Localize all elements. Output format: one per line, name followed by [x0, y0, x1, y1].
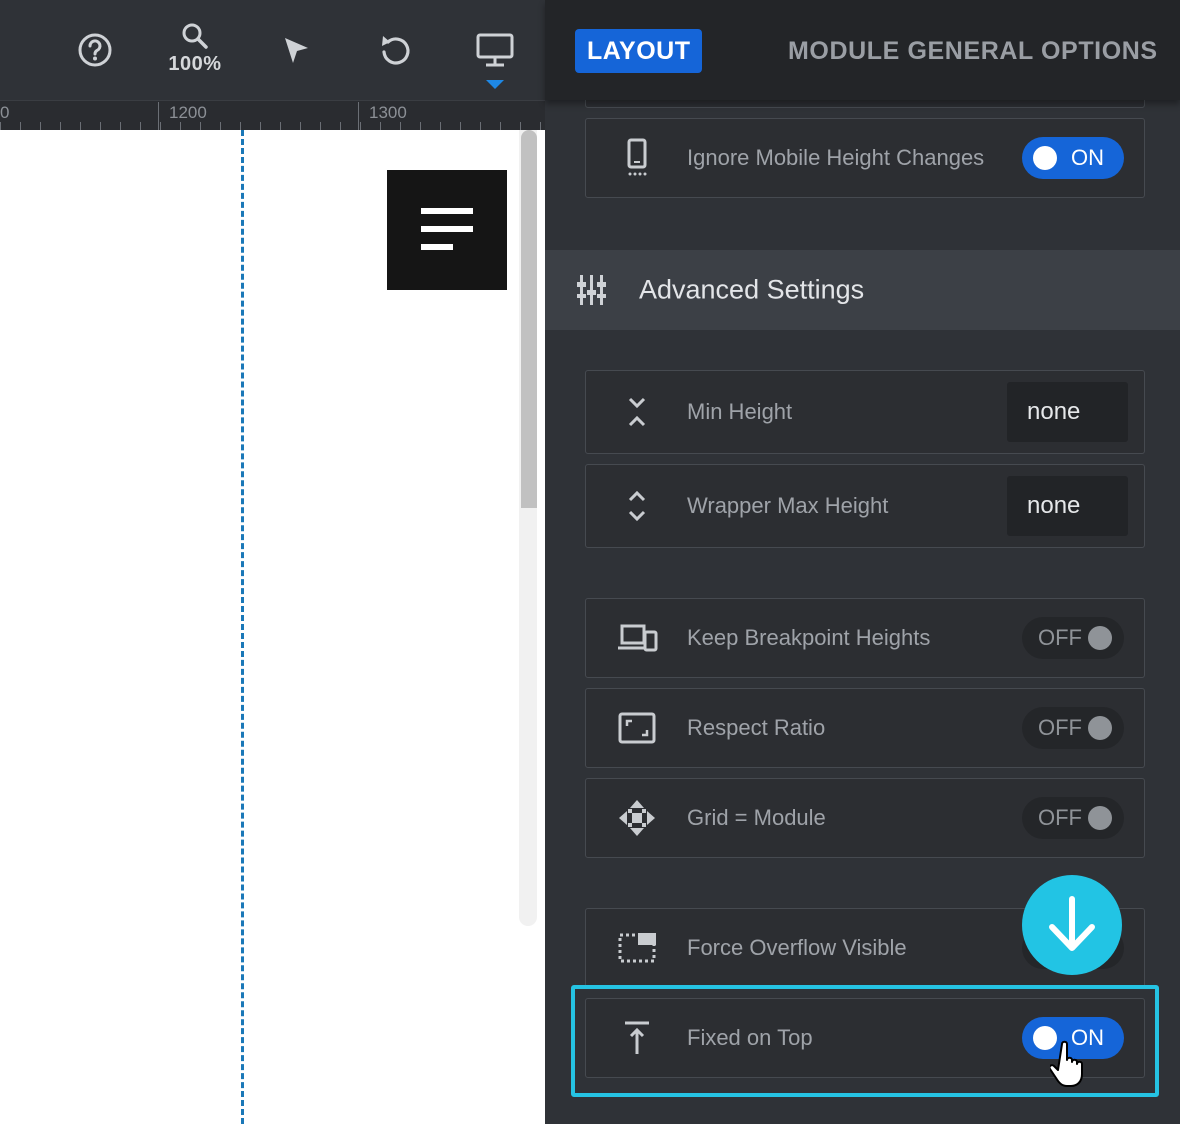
ignore-mobile-height-toggle[interactable]: ON — [1022, 137, 1124, 179]
min-height-label: Min Height — [687, 399, 793, 424]
ruler-tick — [520, 122, 521, 130]
cursor-arrow-icon — [285, 38, 308, 63]
ruler-tick — [360, 122, 361, 130]
ruler-tick — [460, 122, 461, 130]
advanced-settings-header[interactable]: Advanced Settings — [545, 250, 1180, 330]
respect-ratio-label: Respect Ratio — [687, 715, 826, 740]
ruler-tick — [20, 122, 21, 130]
toggle-knob — [1088, 806, 1112, 830]
hand-cursor-icon — [1050, 1040, 1083, 1087]
tab-module-general-options[interactable]: MODULE GENERAL OPTIONS — [788, 29, 1158, 73]
menu-line-icon — [421, 208, 473, 214]
ruler-tick — [40, 122, 41, 130]
ruler-tick — [320, 122, 321, 130]
toggle-state: ON — [1071, 145, 1104, 170]
min-height-input[interactable]: none — [1007, 382, 1128, 442]
ruler-tick — [120, 122, 121, 130]
zoom-level: 100% — [168, 52, 222, 75]
grid-equals-module-row: Grid = Module OFF — [585, 778, 1145, 858]
ruler-tick — [260, 122, 261, 130]
toggle-state: OFF — [1038, 715, 1082, 740]
toggle-state: OFF — [1038, 805, 1082, 830]
scroll-down-indicator — [1022, 875, 1122, 975]
ruler-tick — [400, 122, 401, 130]
ruler-label: 1200 — [169, 103, 207, 122]
ruler-tick — [540, 122, 541, 130]
ruler-tick — [140, 122, 141, 130]
aspect-ratio-icon — [616, 707, 658, 749]
ruler-tick — [220, 122, 221, 130]
select-tool-button[interactable] — [270, 0, 320, 100]
ruler-tick — [200, 122, 201, 130]
advanced-settings-title: Advanced Settings — [639, 274, 865, 305]
respect-ratio-toggle[interactable]: OFF — [1022, 707, 1124, 749]
overflow-box-icon — [616, 927, 658, 969]
ruler-label: 1300 — [369, 103, 407, 122]
move-arrows-icon — [616, 797, 658, 839]
arrow-down-icon — [1049, 896, 1095, 951]
ruler-tick — [440, 122, 441, 130]
wrapper-max-height-label: Wrapper Max Height — [687, 493, 889, 518]
grid-equals-module-label: Grid = Module — [687, 805, 826, 830]
compress-vertical-icon — [616, 391, 658, 433]
editor-toolbar: 100% — [0, 0, 545, 100]
ruler-tick — [500, 122, 501, 130]
ruler-tick — [420, 122, 421, 130]
menu-line-icon — [421, 226, 473, 232]
ruler-tick — [340, 122, 341, 130]
ruler-tick — [300, 122, 301, 130]
help-circle-icon — [78, 33, 112, 67]
mobile-phone-icon — [616, 137, 658, 179]
ruler-tick — [60, 122, 61, 130]
sliders-icon — [577, 275, 606, 305]
ignore-mobile-height-row: Ignore Mobile Height Changes ON — [585, 118, 1145, 198]
toggle-knob — [1088, 626, 1112, 650]
ignore-mobile-height-label: Ignore Mobile Height Changes — [687, 145, 985, 170]
ruler-tick — [280, 122, 281, 130]
ruler-tick — [480, 122, 481, 130]
toggle-knob — [1033, 146, 1057, 170]
wrapper-max-height-row: Wrapper Max Height none — [585, 464, 1145, 548]
canvas-scrollbar-thumb[interactable] — [521, 130, 537, 508]
min-height-row: Min Height none — [585, 370, 1145, 454]
device-caret-icon — [486, 80, 504, 89]
force-overflow-visible-label: Force Overflow Visible — [687, 935, 907, 960]
ruler-tick — [180, 122, 181, 130]
ruler-label: 0 — [0, 103, 10, 122]
expand-vertical-icon — [616, 485, 658, 527]
undo-icon — [382, 36, 410, 65]
toggle-knob — [1088, 716, 1112, 740]
magnifier-icon — [182, 23, 208, 49]
ruler-tick — [160, 122, 161, 130]
wrapper-max-height-input[interactable]: none — [1007, 476, 1128, 536]
devices-icon — [616, 617, 658, 659]
desktop-monitor-icon — [476, 33, 514, 67]
hamburger-menu-module[interactable] — [387, 170, 507, 290]
menu-line-icon — [421, 244, 453, 250]
ruler-tick — [100, 122, 101, 130]
ruler-tick — [240, 122, 241, 130]
keep-breakpoint-heights-toggle[interactable]: OFF — [1022, 617, 1124, 659]
ruler-major-tick — [158, 102, 159, 130]
grid-equals-module-toggle[interactable]: OFF — [1022, 797, 1124, 839]
respect-ratio-row: Respect Ratio OFF — [585, 688, 1145, 768]
toggle-state: OFF — [1038, 625, 1082, 650]
ruler-major-tick — [358, 102, 359, 130]
zoom-button[interactable]: 100% — [160, 0, 230, 100]
undo-button[interactable] — [370, 0, 420, 100]
ruler-tick — [380, 122, 381, 130]
ruler-tick — [0, 122, 1, 130]
horizontal-ruler: 0 1200 1300 — [0, 100, 545, 130]
keep-breakpoint-heights-label: Keep Breakpoint Heights — [687, 625, 931, 650]
ruler-tick — [80, 122, 81, 130]
panel-header: LAYOUT MODULE GENERAL OPTIONS — [545, 0, 1180, 100]
grid-guide-line — [241, 130, 244, 1124]
help-button[interactable] — [70, 0, 120, 100]
tab-layout[interactable]: LAYOUT — [575, 29, 703, 73]
keep-breakpoint-heights-row: Keep Breakpoint Heights OFF — [585, 598, 1145, 678]
editor-canvas: 100% 0 1200 1300 — [0, 0, 545, 1124]
